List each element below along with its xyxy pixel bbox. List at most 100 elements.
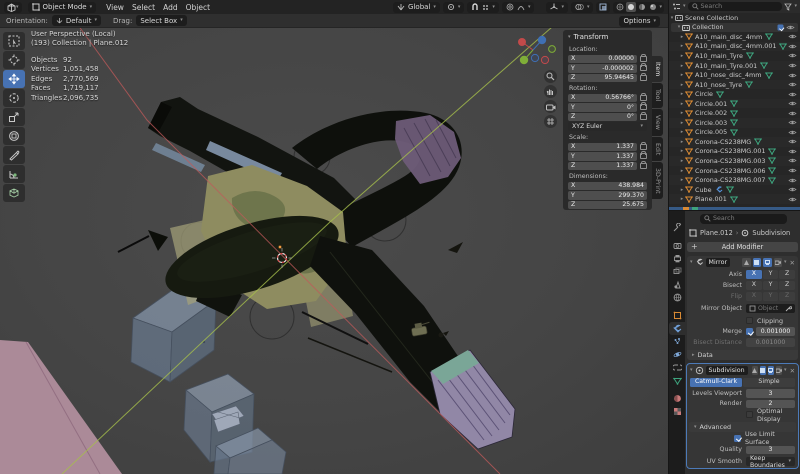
quality-field[interactable]: 3 xyxy=(746,446,795,455)
pivot-point-dropdown[interactable]: ▾ xyxy=(443,2,465,13)
properties-tab-world[interactable] xyxy=(669,291,685,304)
outliner-scene-collection[interactable]: ▾ Scene Collection xyxy=(669,13,800,23)
pan-hand-button[interactable] xyxy=(544,85,557,98)
show-render-toggle[interactable] xyxy=(776,366,782,375)
outliner-item[interactable]: ▸Circle.003 xyxy=(669,118,800,128)
outliner-item[interactable]: ▸A10_main_Tyre xyxy=(669,51,800,61)
outliner-collection[interactable]: ▾ Collection xyxy=(671,23,798,33)
npanel-tab-view[interactable]: View xyxy=(652,109,663,136)
transform-field[interactable]: X0.00000 xyxy=(568,55,637,64)
show-render-toggle[interactable] xyxy=(774,258,783,267)
outliner-item[interactable]: ▸A10_nose_disc_4mm xyxy=(669,70,800,80)
menu-add[interactable]: Add xyxy=(159,3,182,12)
lock-icon[interactable] xyxy=(640,75,647,81)
transform-field[interactable]: Z0° xyxy=(568,113,637,122)
outliner-item[interactable]: ▸A10_main_disc_4mm xyxy=(669,32,800,42)
transform-field[interactable]: Z1.337 xyxy=(568,162,637,171)
panel-collapse-icon[interactable]: ▾ xyxy=(690,260,693,265)
editor-type-button[interactable]: ▾ xyxy=(4,2,22,13)
outliner-item[interactable]: ▸Circle.005 xyxy=(669,128,800,138)
lock-icon[interactable] xyxy=(640,104,647,110)
eye-icon[interactable] xyxy=(788,72,797,79)
lock-icon[interactable] xyxy=(640,153,647,159)
mode-selector[interactable]: Object Mode ▾ xyxy=(28,2,97,13)
transform-field[interactable]: X1.337 xyxy=(568,143,637,152)
properties-tab-scene[interactable] xyxy=(669,278,685,291)
npanel-tab-edit[interactable]: Edit xyxy=(652,137,663,161)
lock-icon[interactable] xyxy=(640,114,647,120)
eye-icon[interactable] xyxy=(788,119,797,126)
tool-transform[interactable] xyxy=(3,127,25,145)
overlays-dropdown[interactable]: ▾ xyxy=(571,2,594,13)
outliner-item[interactable]: ▸Corona-CS238MG.007 xyxy=(669,175,800,185)
show-in-editmode-toggle[interactable] xyxy=(760,366,766,375)
tool-add-cube[interactable] xyxy=(3,184,25,202)
merge-checkbox[interactable] xyxy=(746,328,753,335)
shading-solid-button[interactable] xyxy=(626,2,636,12)
axis-x-button[interactable]: X xyxy=(746,270,762,279)
modifier-extras-dropdown[interactable]: ▾ xyxy=(784,368,787,373)
eye-icon[interactable] xyxy=(788,196,797,203)
eye-icon[interactable] xyxy=(788,100,797,107)
eye-icon[interactable] xyxy=(788,157,797,164)
zoom-button[interactable] xyxy=(544,70,557,83)
subdivision-modifier-header[interactable]: ▾ Subdivision ▾ ✕ xyxy=(687,364,798,377)
transform-field[interactable]: Y0° xyxy=(568,103,637,112)
panel-collapse-icon[interactable]: ▾ xyxy=(568,35,571,40)
gizmos-dropdown[interactable]: ▾ xyxy=(546,2,568,13)
eye-icon[interactable] xyxy=(788,138,797,145)
simple-button[interactable]: Simple xyxy=(743,378,795,387)
menu-object[interactable]: Object xyxy=(182,3,214,12)
outliner-editor-icon[interactable] xyxy=(672,2,681,11)
pink-plane-object[interactable] xyxy=(0,340,122,474)
properties-tab-render[interactable] xyxy=(669,239,685,252)
eye-icon[interactable] xyxy=(788,52,797,59)
tool-annotate[interactable] xyxy=(3,146,25,164)
tool-move[interactable] xyxy=(3,70,25,88)
use-limit-surface-checkbox[interactable] xyxy=(734,435,741,442)
clipping-checkbox[interactable] xyxy=(746,317,753,324)
filter-icon[interactable] xyxy=(784,3,792,11)
uv-smooth-dropdown[interactable]: Keep Boundaries ▾ xyxy=(746,457,795,467)
outliner-item[interactable]: ▸Plane.001 xyxy=(669,194,800,204)
add-modifier-button[interactable]: + Add Modifier xyxy=(687,242,798,253)
transform-field[interactable]: Y-0.000002 xyxy=(568,64,637,73)
options-dropdown[interactable]: Options▾ xyxy=(619,16,660,27)
rotation-mode-dropdown[interactable]: XYZ Euler▾ xyxy=(568,122,647,131)
outliner-item[interactable]: ▸Corona-CS238MG xyxy=(669,137,800,147)
eye-icon[interactable] xyxy=(786,24,795,31)
properties-tab-object-data[interactable] xyxy=(669,374,685,387)
eye-icon[interactable] xyxy=(788,33,797,40)
shading-rendered-button[interactable] xyxy=(648,2,658,12)
navigation-gizmo[interactable] xyxy=(512,33,556,71)
properties-tab-tool[interactable] xyxy=(669,221,685,234)
transform-field[interactable]: X438.984 xyxy=(568,182,647,191)
eye-icon[interactable] xyxy=(788,167,797,174)
properties-tab-material[interactable] xyxy=(669,392,685,405)
eye-icon[interactable] xyxy=(788,91,797,98)
transform-field[interactable]: Z25.675 xyxy=(568,201,647,210)
levels-viewport-field[interactable]: 3 xyxy=(746,389,795,398)
menu-view[interactable]: View xyxy=(102,3,128,12)
properties-tab-physics[interactable] xyxy=(669,348,685,361)
transform-field[interactable]: Y299.370 xyxy=(568,191,647,200)
show-on-cage-toggle[interactable] xyxy=(752,366,758,375)
outliner-item[interactable]: ▸Circle.002 xyxy=(669,108,800,118)
properties-tab-view-layer[interactable] xyxy=(669,265,685,278)
show-realtime-toggle[interactable] xyxy=(763,258,772,267)
show-on-cage-toggle[interactable] xyxy=(742,258,751,267)
lock-icon[interactable] xyxy=(640,95,647,101)
viewport-3d[interactable]: ▾ Object Mode ▾ ViewSelectAddObject Glob… xyxy=(0,0,668,474)
npanel-tab-item[interactable]: Item xyxy=(652,56,663,82)
modifier-name-field[interactable]: Subdivision xyxy=(706,366,748,375)
modifier-name-field[interactable]: Mirror xyxy=(706,258,731,267)
lock-icon[interactable] xyxy=(640,65,647,71)
outliner-item[interactable]: ▸Corona-CS238MG.001 xyxy=(669,147,800,157)
shading-options-chevron[interactable]: ▾ xyxy=(659,5,662,10)
transform-orientation-dropdown[interactable]: Global ▾ xyxy=(393,2,440,13)
breadcrumb-object[interactable]: Plane.012 xyxy=(700,229,733,237)
show-realtime-toggle[interactable] xyxy=(768,366,774,375)
tool-select-box[interactable] xyxy=(3,32,25,50)
panel-collapse-icon[interactable]: ▾ xyxy=(690,368,693,373)
transform-field[interactable]: X0.56766° xyxy=(568,94,637,103)
